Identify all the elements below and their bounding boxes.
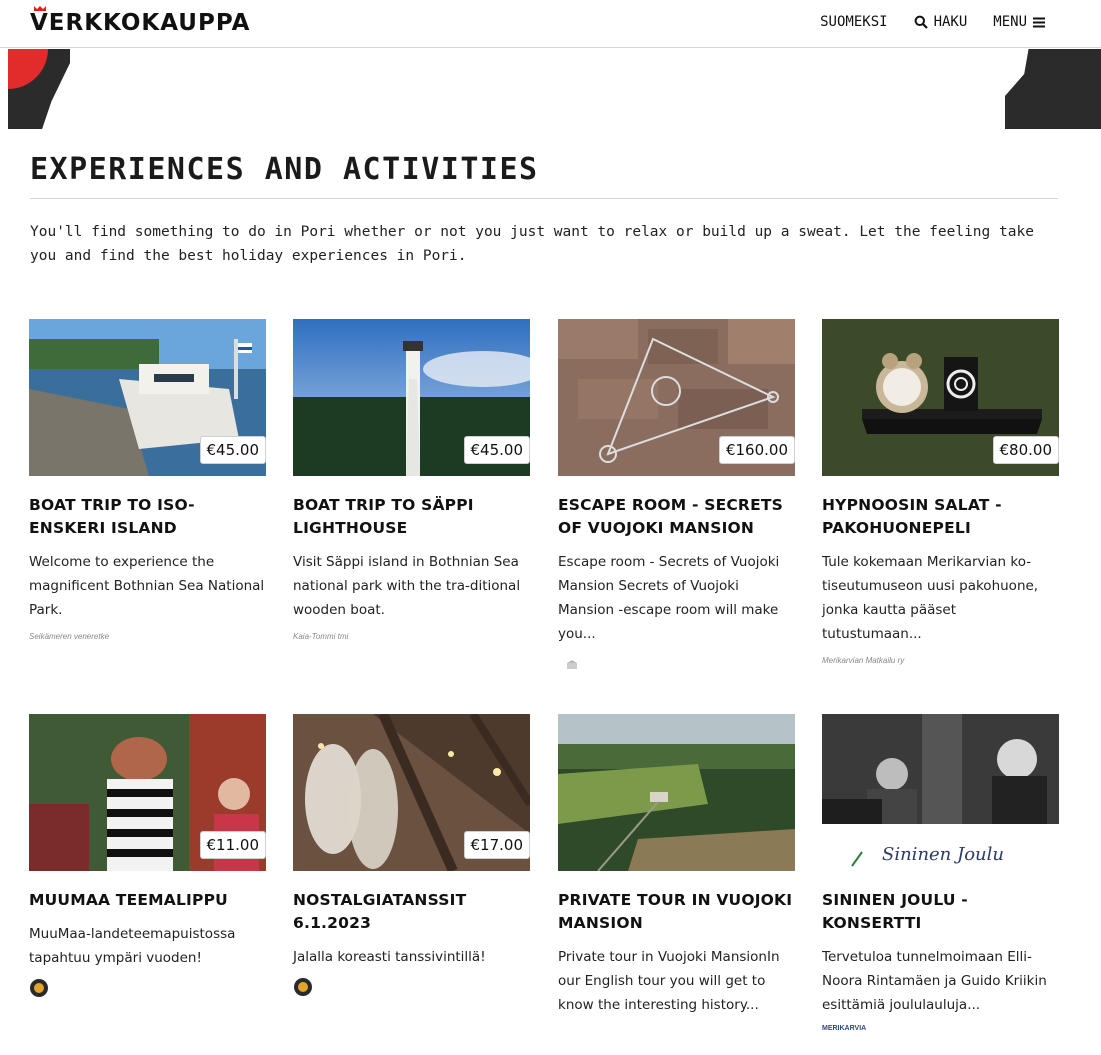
main-nav: SUOMEKSI HAKU MENU [820,14,1045,30]
price-tag: €17.00 [463,831,530,859]
card-image[interactable]: Sininen Joulu [822,714,1059,871]
product-card[interactable]: €11.00 MUUMAA TEEMALIPPU MuuMaa-landetee… [29,714,266,1002]
menu-label: MENU [993,14,1027,30]
card-image[interactable]: €45.00 [29,319,266,476]
card-title[interactable]: SININEN JOULU - KONSERTTI [822,889,1059,935]
card-image[interactable] [558,714,795,871]
price-tag: €45.00 [463,436,530,464]
card-image[interactable]: €45.00 [293,319,530,476]
organizer-logo-icon [567,660,577,669]
language-link[interactable]: SUOMEKSI [820,14,887,30]
price-tag: €160.00 [718,436,795,464]
card-description: MuuMaa-landeteemapuistossa tapahtuu ympä… [29,926,236,966]
organizer-logo-icon [30,979,48,997]
card-image[interactable]: €11.00 [29,714,266,871]
product-card[interactable]: €80.00 HYPNOOSIN SALAT - PAKOHUONEPELI T… [822,319,1059,665]
card-description: Welcome to experience the magnificent Bo… [29,554,265,618]
language-label: SUOMEKSI [820,14,888,30]
card-description: Escape room - Secrets of Vuojoki Mansion… [558,554,780,642]
site-header: VERKKOKAUPPA SUOMEKSI HAKU MENU [0,0,1101,48]
card-description: Tule kokemaan Merikarvian ko-tiseutumuse… [822,554,1039,642]
menu-button[interactable]: MENU [993,14,1045,30]
card-title[interactable]: NOSTALGIATANSSIT 6.1.2023 [293,889,530,935]
price-tag: €80.00 [992,436,1059,464]
hero-decoration-right [1005,49,1101,129]
intro-text: You'll find something to do in Pori whet… [30,224,1034,264]
product-card[interactable]: PRIVATE TOUR IN VUOJOKI MANSION Private … [558,714,795,1017]
page-title: EXPERIENCES AND ACTIVITIES [30,152,539,187]
card-description: Visit Säppi island in Bothnian Sea natio… [293,554,521,618]
search-label: HAKU [933,14,968,30]
card-title[interactable]: BOAT TRIP TO ISO-ENSKERI ISLAND [29,494,266,540]
card-organizer: Merikarvian Matkailu ry [822,656,905,665]
search-button[interactable]: HAKU [914,14,968,30]
hamburger-icon [1033,17,1045,27]
hero-banner [0,49,1101,129]
concert-image-caption: Sininen Joulu [882,844,1004,865]
card-organizer: Kaia-Tommi tmi [293,632,349,641]
price-tag: €45.00 [199,436,266,464]
card-title[interactable]: ESCAPE ROOM - SECRETS OF VUOJOKI MANSION [558,494,795,540]
card-image[interactable]: €17.00 [293,714,530,871]
aerial-mansion-photo [558,714,795,871]
product-card[interactable]: €17.00 NOSTALGIATANSSIT 6.1.2023 Jalalla… [293,714,530,1001]
card-title[interactable]: PRIVATE TOUR IN VUOJOKI MANSION [558,889,795,935]
card-description: Private tour in Vuojoki MansionIn our En… [558,949,780,1013]
card-title[interactable]: MUUMAA TEEMALIPPU [29,889,266,912]
card-organizer: Seikämeren veneretke [29,632,110,641]
card-title[interactable]: BOAT TRIP TO SÄPPI LIGHTHOUSE [293,494,530,540]
card-image[interactable]: €80.00 [822,319,1059,476]
product-card[interactable]: €45.00 BOAT TRIP TO SÄPPI LIGHTHOUSE Vis… [293,319,530,641]
product-card[interactable]: Sininen Joulu SININEN JOULU - KONSERTTI … [822,714,1059,1033]
site-logo[interactable]: VERKKOKAUPPA [30,10,250,36]
organizer-logo: MERIKARVIA [822,1025,867,1032]
card-title[interactable]: HYPNOOSIN SALAT - PAKOHUONEPELI [822,494,1059,540]
price-tag: €11.00 [199,831,266,859]
search-icon [914,15,928,29]
title-divider [30,198,1058,199]
product-card[interactable]: €160.00 ESCAPE ROOM - SECRETS OF VUOJOKI… [558,319,795,674]
product-card[interactable]: €45.00 BOAT TRIP TO ISO-ENSKERI ISLAND W… [29,319,266,641]
concert-photo: Sininen Joulu [822,714,1059,871]
card-description: Jalalla koreasti tanssivintillä! [293,949,486,965]
card-image[interactable]: €160.00 [558,319,795,476]
card-description: Tervetuloa tunnelmoimaan Elli-Noora Rint… [822,949,1047,1013]
organizer-logo-icon [294,978,312,996]
